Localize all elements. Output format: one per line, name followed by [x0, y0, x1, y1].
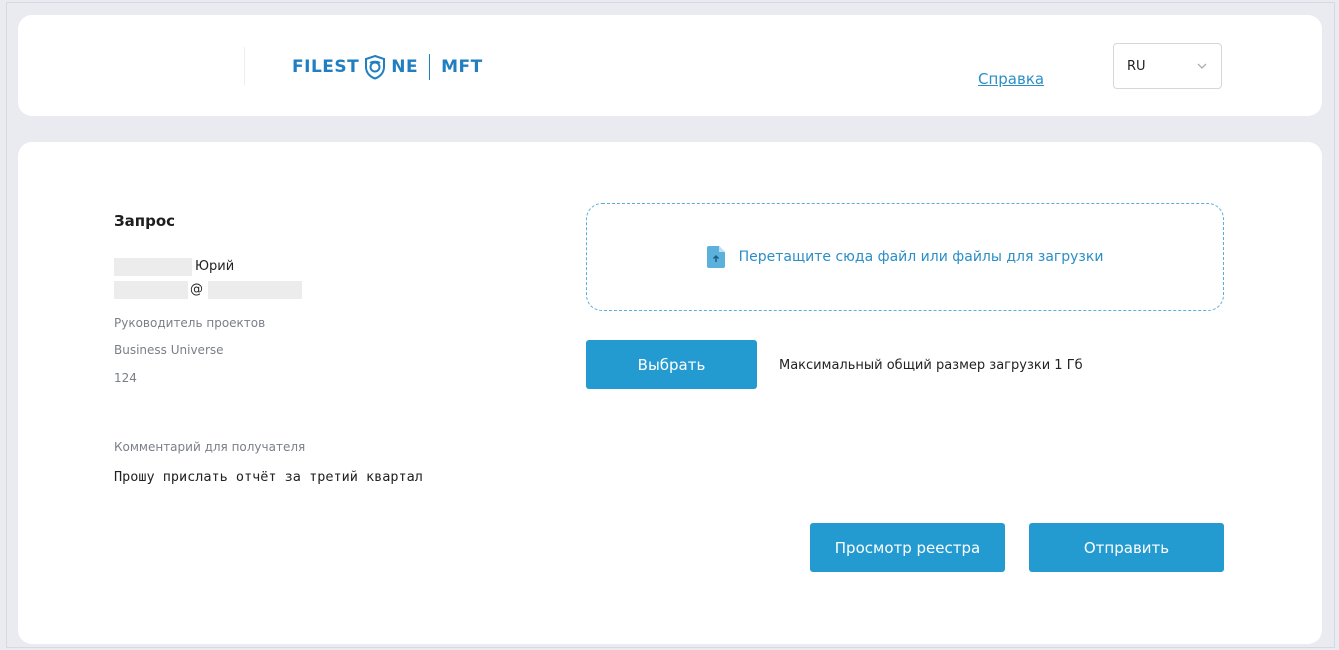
- header-divider: [244, 47, 245, 85]
- requester-email-at: @: [190, 282, 203, 297]
- language-select-value: RU: [1127, 58, 1146, 74]
- logo-product: MFT: [441, 57, 483, 77]
- requester-company: Business Universe: [114, 343, 224, 357]
- comment-label: Комментарий для получателя: [114, 440, 306, 454]
- max-size-note: Максимальный общий размер загрузки 1 Гб: [779, 358, 1083, 373]
- logo-word-2: NE: [391, 57, 419, 77]
- file-upload-icon: [706, 246, 725, 268]
- requester-position: Руководитель проектов: [114, 316, 266, 330]
- send-button[interactable]: Отправить: [1029, 523, 1224, 572]
- request-title: Запрос: [114, 212, 176, 230]
- chevron-down-icon: [1197, 63, 1207, 69]
- header: FILEST NE MFT Справка RU: [18, 15, 1322, 116]
- logo-word-1: FILEST: [292, 57, 360, 77]
- redacted-email-domain: [208, 281, 302, 299]
- logo-separator: [429, 54, 431, 80]
- redacted-email-user: [114, 281, 188, 299]
- requester-name: Юрий: [195, 259, 235, 274]
- dropzone-text: Перетащите сюда файл или файлы для загру…: [738, 249, 1104, 265]
- select-files-button[interactable]: Выбрать: [586, 340, 757, 389]
- requester-number: 124: [114, 371, 137, 385]
- request-panel: Запрос Юрий @ Руководитель проектов Busi…: [18, 142, 1322, 644]
- comment-text: Прошу прислать отчёт за третий квартал: [114, 469, 423, 485]
- help-link[interactable]: Справка: [978, 70, 1044, 88]
- redacted-name: [114, 258, 192, 276]
- file-dropzone[interactable]: Перетащите сюда файл или файлы для загру…: [586, 203, 1224, 311]
- view-registry-button[interactable]: Просмотр реестра: [810, 523, 1005, 572]
- language-select[interactable]: RU: [1113, 43, 1222, 89]
- filestone-logo[interactable]: FILEST NE MFT: [292, 53, 483, 81]
- shield-logo-icon: [362, 54, 388, 80]
